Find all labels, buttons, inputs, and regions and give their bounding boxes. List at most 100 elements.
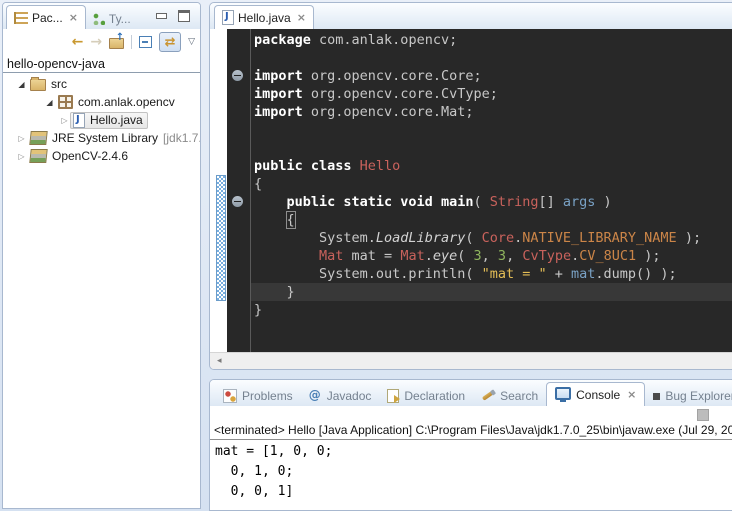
view-menu-icon[interactable]: ▽ bbox=[188, 38, 195, 47]
tab-javadoc[interactable]: Javadoc bbox=[301, 385, 380, 406]
tree-item-src[interactable]: ◢ src bbox=[3, 75, 200, 93]
code-token bbox=[254, 248, 319, 264]
collapse-all-icon[interactable] bbox=[139, 36, 152, 48]
tree-item-com-anlak-opencv[interactable]: ◢ com.anlak.opencv bbox=[3, 93, 200, 111]
tree-collapsed-icon[interactable]: ▷ bbox=[59, 116, 70, 125]
tree-collapsed-icon[interactable]: ▷ bbox=[16, 134, 27, 143]
code-token: mat = bbox=[343, 248, 400, 264]
code-area[interactable]: package com.anlak.opencv;import org.open… bbox=[251, 29, 732, 353]
code-line-8: public class Hello bbox=[254, 157, 732, 175]
java-file-icon bbox=[222, 10, 234, 25]
tree-item-label: Hello.java bbox=[90, 113, 143, 127]
terminate-icon[interactable] bbox=[697, 409, 709, 421]
forward-icon[interactable]: → bbox=[90, 35, 102, 49]
console-icon bbox=[555, 387, 571, 400]
close-icon[interactable]: × bbox=[627, 388, 636, 401]
code-line-3: import org.opencv.core.Core; bbox=[254, 67, 732, 85]
code-line-7 bbox=[254, 139, 732, 157]
project-root-label[interactable]: hello-opencv-java bbox=[3, 55, 200, 72]
tab-label: Search bbox=[500, 389, 538, 403]
tab-search[interactable]: Search bbox=[473, 385, 546, 406]
package-icon bbox=[58, 95, 73, 109]
tree-expanded-icon[interactable]: ◢ bbox=[44, 98, 55, 107]
tree-collapsed-icon[interactable]: ▷ bbox=[16, 152, 27, 161]
editor-panel: Hello.java × package com.anlak.opencv;im… bbox=[209, 2, 732, 370]
tree-item-label: com.anlak.opencv bbox=[78, 95, 175, 109]
code-token: Core bbox=[482, 230, 515, 246]
console-output-line-1: mat = [1, 0, 0; bbox=[215, 442, 732, 462]
tab-console[interactable]: Console × bbox=[546, 382, 645, 406]
code-token: CvType bbox=[522, 248, 571, 264]
code-token: org.opencv.core.Mat; bbox=[303, 104, 474, 120]
code-token: .dump() ); bbox=[595, 266, 676, 282]
link-editor-icon: ⇄ bbox=[165, 36, 176, 49]
link-with-editor-button[interactable]: ⇄ bbox=[159, 32, 181, 52]
console-status-line: <terminated> Hello [Java Application] C:… bbox=[210, 423, 732, 440]
tab-bug-explorer[interactable]: Bug Explorer bbox=[645, 385, 732, 406]
tree-item-jre-system-library[interactable]: ▷JRE System Library [jdk1.7.0 bbox=[3, 129, 200, 147]
javadoc-icon bbox=[309, 389, 322, 402]
tree-expanded-icon[interactable]: ◢ bbox=[16, 80, 27, 89]
code-line-13: Mat mat = Mat.eye( 3, 3, CvType.CV_8UC1 … bbox=[254, 247, 732, 265]
code-token: com.anlak.opencv; bbox=[311, 32, 457, 48]
tree-item-group: Hello.java bbox=[70, 112, 148, 129]
code-token: ( bbox=[473, 194, 489, 210]
tab-hello-java[interactable]: Hello.java × bbox=[214, 5, 314, 29]
declaration-icon bbox=[387, 389, 399, 403]
tab-label: Console bbox=[576, 388, 620, 402]
tree-item-label: OpenCV-2.4.6 bbox=[52, 149, 128, 163]
code-token: . bbox=[425, 248, 433, 264]
tab-ty[interactable]: Ty... bbox=[86, 8, 138, 29]
fold-minus-icon[interactable] bbox=[232, 70, 243, 81]
console-panel: ProblemsJavadocDeclaration Search Console ×… bbox=[209, 379, 732, 511]
console-output[interactable]: mat = [1, 0, 0; 0, 1, 0; 0, 0, 1] bbox=[210, 440, 732, 502]
maximize-icon[interactable] bbox=[178, 10, 190, 22]
scroll-left-icon[interactable]: ◂ bbox=[217, 356, 222, 366]
console-output-line-2: 0, 1, 0; bbox=[215, 462, 732, 482]
tree-item-hello-java[interactable]: ▷ Hello.java bbox=[3, 111, 200, 129]
code-token: args bbox=[563, 194, 596, 210]
type-hierarchy-icon bbox=[93, 13, 105, 25]
code-token: Hello bbox=[360, 158, 401, 174]
library-icon bbox=[29, 149, 47, 163]
code-line-6 bbox=[254, 121, 732, 139]
close-icon[interactable]: × bbox=[69, 11, 78, 24]
editor-horizontal-scrollbar[interactable]: ◂ bbox=[210, 352, 732, 369]
toolbar-separator bbox=[131, 35, 132, 49]
code-line-2 bbox=[254, 49, 732, 67]
code-line-14: System.out.println( "mat = " + mat.dump(… bbox=[254, 265, 732, 283]
code-token: [] bbox=[539, 194, 563, 210]
fold-minus-icon[interactable] bbox=[232, 196, 243, 207]
tab-pac[interactable]: Pac...× bbox=[6, 5, 86, 29]
editor-fold-gutter[interactable] bbox=[227, 29, 251, 353]
up-icon[interactable] bbox=[109, 38, 124, 49]
code-token: System.out.println( bbox=[254, 266, 482, 282]
package-explorer-toolbar: ← → ⇄ ▽ bbox=[3, 29, 200, 55]
minimize-icon[interactable] bbox=[156, 13, 167, 19]
editor-vertical-ruler[interactable] bbox=[210, 29, 227, 353]
code-token: ); bbox=[636, 248, 660, 264]
code-token: ( bbox=[465, 230, 481, 246]
library-icon bbox=[29, 131, 47, 145]
tree-item-opencv-2-4-6[interactable]: ▷ OpenCV-2.4.6 bbox=[3, 147, 200, 165]
back-icon[interactable]: ← bbox=[72, 35, 84, 49]
tab-problems[interactable]: Problems bbox=[215, 385, 301, 406]
code-line-9: { bbox=[254, 175, 732, 193]
code-line-15: } bbox=[254, 283, 732, 301]
code-token: Mat bbox=[319, 248, 343, 264]
close-icon[interactable]: × bbox=[297, 11, 306, 24]
code-token: ( bbox=[457, 248, 473, 264]
tree-item-label: JRE System Library bbox=[52, 131, 158, 145]
code-token: { bbox=[287, 212, 295, 228]
code-token: "mat = " bbox=[482, 266, 547, 282]
code-line-5: import org.opencv.core.Mat; bbox=[254, 103, 732, 121]
tree-item-group: JRE System Library [jdk1.7.0 bbox=[27, 130, 200, 146]
tab-label: Ty... bbox=[109, 12, 131, 26]
code-line-10: public static void main( String[] args ) bbox=[254, 193, 732, 211]
console-output-line-3: 0, 0, 1] bbox=[215, 482, 732, 502]
code-token: Mat bbox=[400, 248, 424, 264]
code-token: ) bbox=[595, 194, 611, 210]
code-token: CV_8UC1 bbox=[579, 248, 636, 264]
tab-declaration[interactable]: Declaration bbox=[379, 385, 473, 406]
tree-item-label: src bbox=[51, 77, 67, 91]
